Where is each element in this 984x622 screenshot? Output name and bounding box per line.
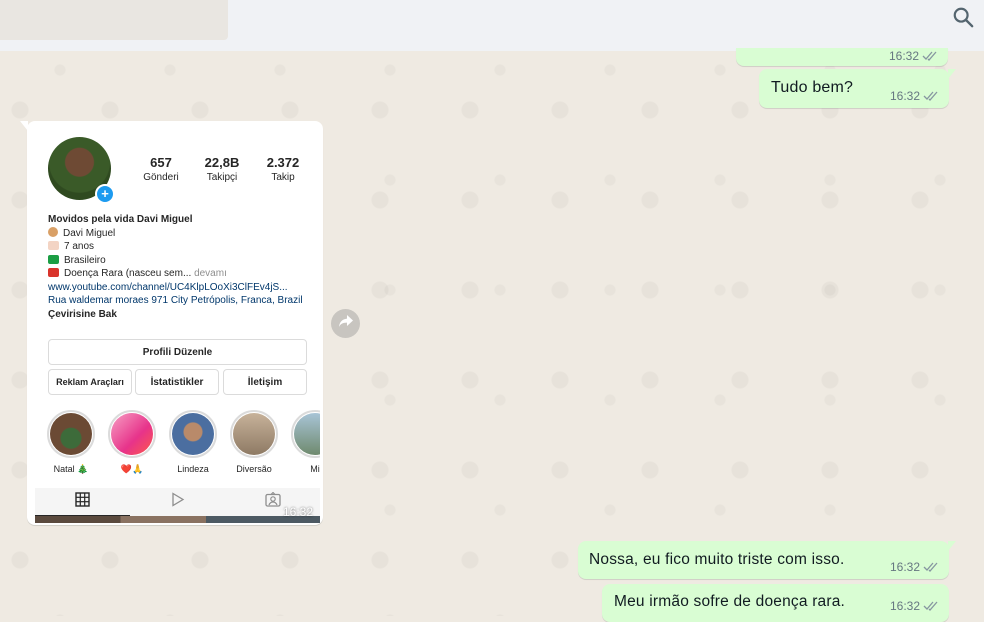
- outgoing-message[interactable]: 16:32: [736, 48, 948, 66]
- profile-address: Rua waldemar moraes 971 City Petrópolis,…: [48, 295, 303, 306]
- edit-profile-button: Profili Düzenle: [48, 339, 307, 365]
- profile-tabs: [35, 488, 320, 516]
- incoming-image-message[interactable]: + 657 Gönderi 22,8B Takipçi 2.372 Takip …: [20, 121, 323, 525]
- message-text: Meu irmão sofre de doença rara.: [614, 593, 846, 610]
- bio-line: Brasileiro: [64, 254, 106, 266]
- story-highlight: ❤️🙏: [108, 410, 156, 475]
- highlight-label: ❤️🙏: [120, 464, 144, 474]
- message-text: Tudo bem?: [771, 79, 854, 96]
- profile-bio: Movidos pela vida Davi Miguel Davi Migue…: [48, 213, 313, 321]
- read-receipt-icon: [923, 601, 939, 611]
- bio-line: Davi Miguel: [63, 227, 116, 239]
- profile-name: Movidos pela vida Davi Miguel: [48, 214, 193, 225]
- message-time: 16:32: [889, 599, 920, 613]
- tagged-icon: [264, 491, 281, 512]
- forward-button[interactable]: [331, 309, 360, 338]
- stat-label: Takipçi: [206, 172, 238, 183]
- bio-line: Doença Rara (nasceu sem...: [64, 268, 192, 279]
- search-button[interactable]: [948, 4, 978, 34]
- posts-grid-preview: [35, 516, 320, 523]
- highlight-label: Diversão: [236, 464, 272, 474]
- story-highlight: Natal 🎄: [47, 410, 95, 475]
- message-time: 16:32: [889, 89, 920, 103]
- message-time: 16:32: [889, 560, 920, 574]
- outgoing-message[interactable]: Meu irmão sofre de doença rara. 16:32: [602, 584, 949, 622]
- contact-button: İletişim: [223, 369, 307, 395]
- search-area[interactable]: [0, 0, 228, 40]
- read-receipt-icon: [922, 51, 938, 61]
- reels-tab: [130, 488, 225, 516]
- bio-line: 7 anos: [64, 241, 95, 252]
- message-time: 16:32: [282, 505, 313, 519]
- profile-link: www.youtube.com/channel/UC4KlpLOoXi3ClFE…: [48, 281, 288, 293]
- message-text: Nossa, eu fico muito triste com isso.: [589, 551, 845, 568]
- instagram-profile-screenshot: + 657 Gönderi 22,8B Takipçi 2.372 Takip …: [35, 127, 320, 523]
- grid-tab: [35, 488, 130, 516]
- play-icon: [170, 492, 185, 512]
- grid-icon: [75, 492, 90, 512]
- stat-followers: 22,8B Takipçi: [187, 155, 257, 183]
- outgoing-message[interactable]: Tudo bem? 16:32: [759, 69, 956, 108]
- outgoing-message[interactable]: Nossa, eu fico muito triste com isso. 16…: [578, 541, 956, 579]
- stat-value: 22,8B: [204, 155, 240, 170]
- stat-value: 657: [150, 155, 172, 170]
- stat-posts: 657 Gönderi: [126, 155, 196, 183]
- stat-label: Takip: [271, 172, 295, 183]
- read-receipt-icon: [923, 562, 939, 572]
- read-receipt-icon: [923, 91, 939, 101]
- stat-label: Gönderi: [143, 172, 179, 183]
- search-icon: [952, 6, 974, 33]
- story-highlight: Mi: [291, 410, 320, 474]
- chat-header: [0, 0, 984, 51]
- bio-more-link: devamı: [194, 268, 227, 279]
- stat-following: 2.372 Takip: [248, 155, 318, 183]
- forward-icon: [338, 314, 354, 333]
- highlight-label: Lindeza: [177, 464, 209, 474]
- translate-link: Çevirisine Bak: [48, 308, 117, 320]
- highlight-label: Mi: [310, 464, 320, 474]
- stat-value: 2.372: [266, 155, 300, 170]
- highlight-label: Natal 🎄: [53, 464, 89, 474]
- message-time: 16:32: [888, 49, 919, 63]
- ad-tools-button: Reklam Araçları: [48, 369, 132, 395]
- insights-button: İstatistikler: [135, 369, 219, 395]
- story-highlight: Diversão: [230, 410, 278, 474]
- story-highlight: Lindeza: [169, 410, 217, 474]
- add-story-icon: +: [95, 184, 115, 204]
